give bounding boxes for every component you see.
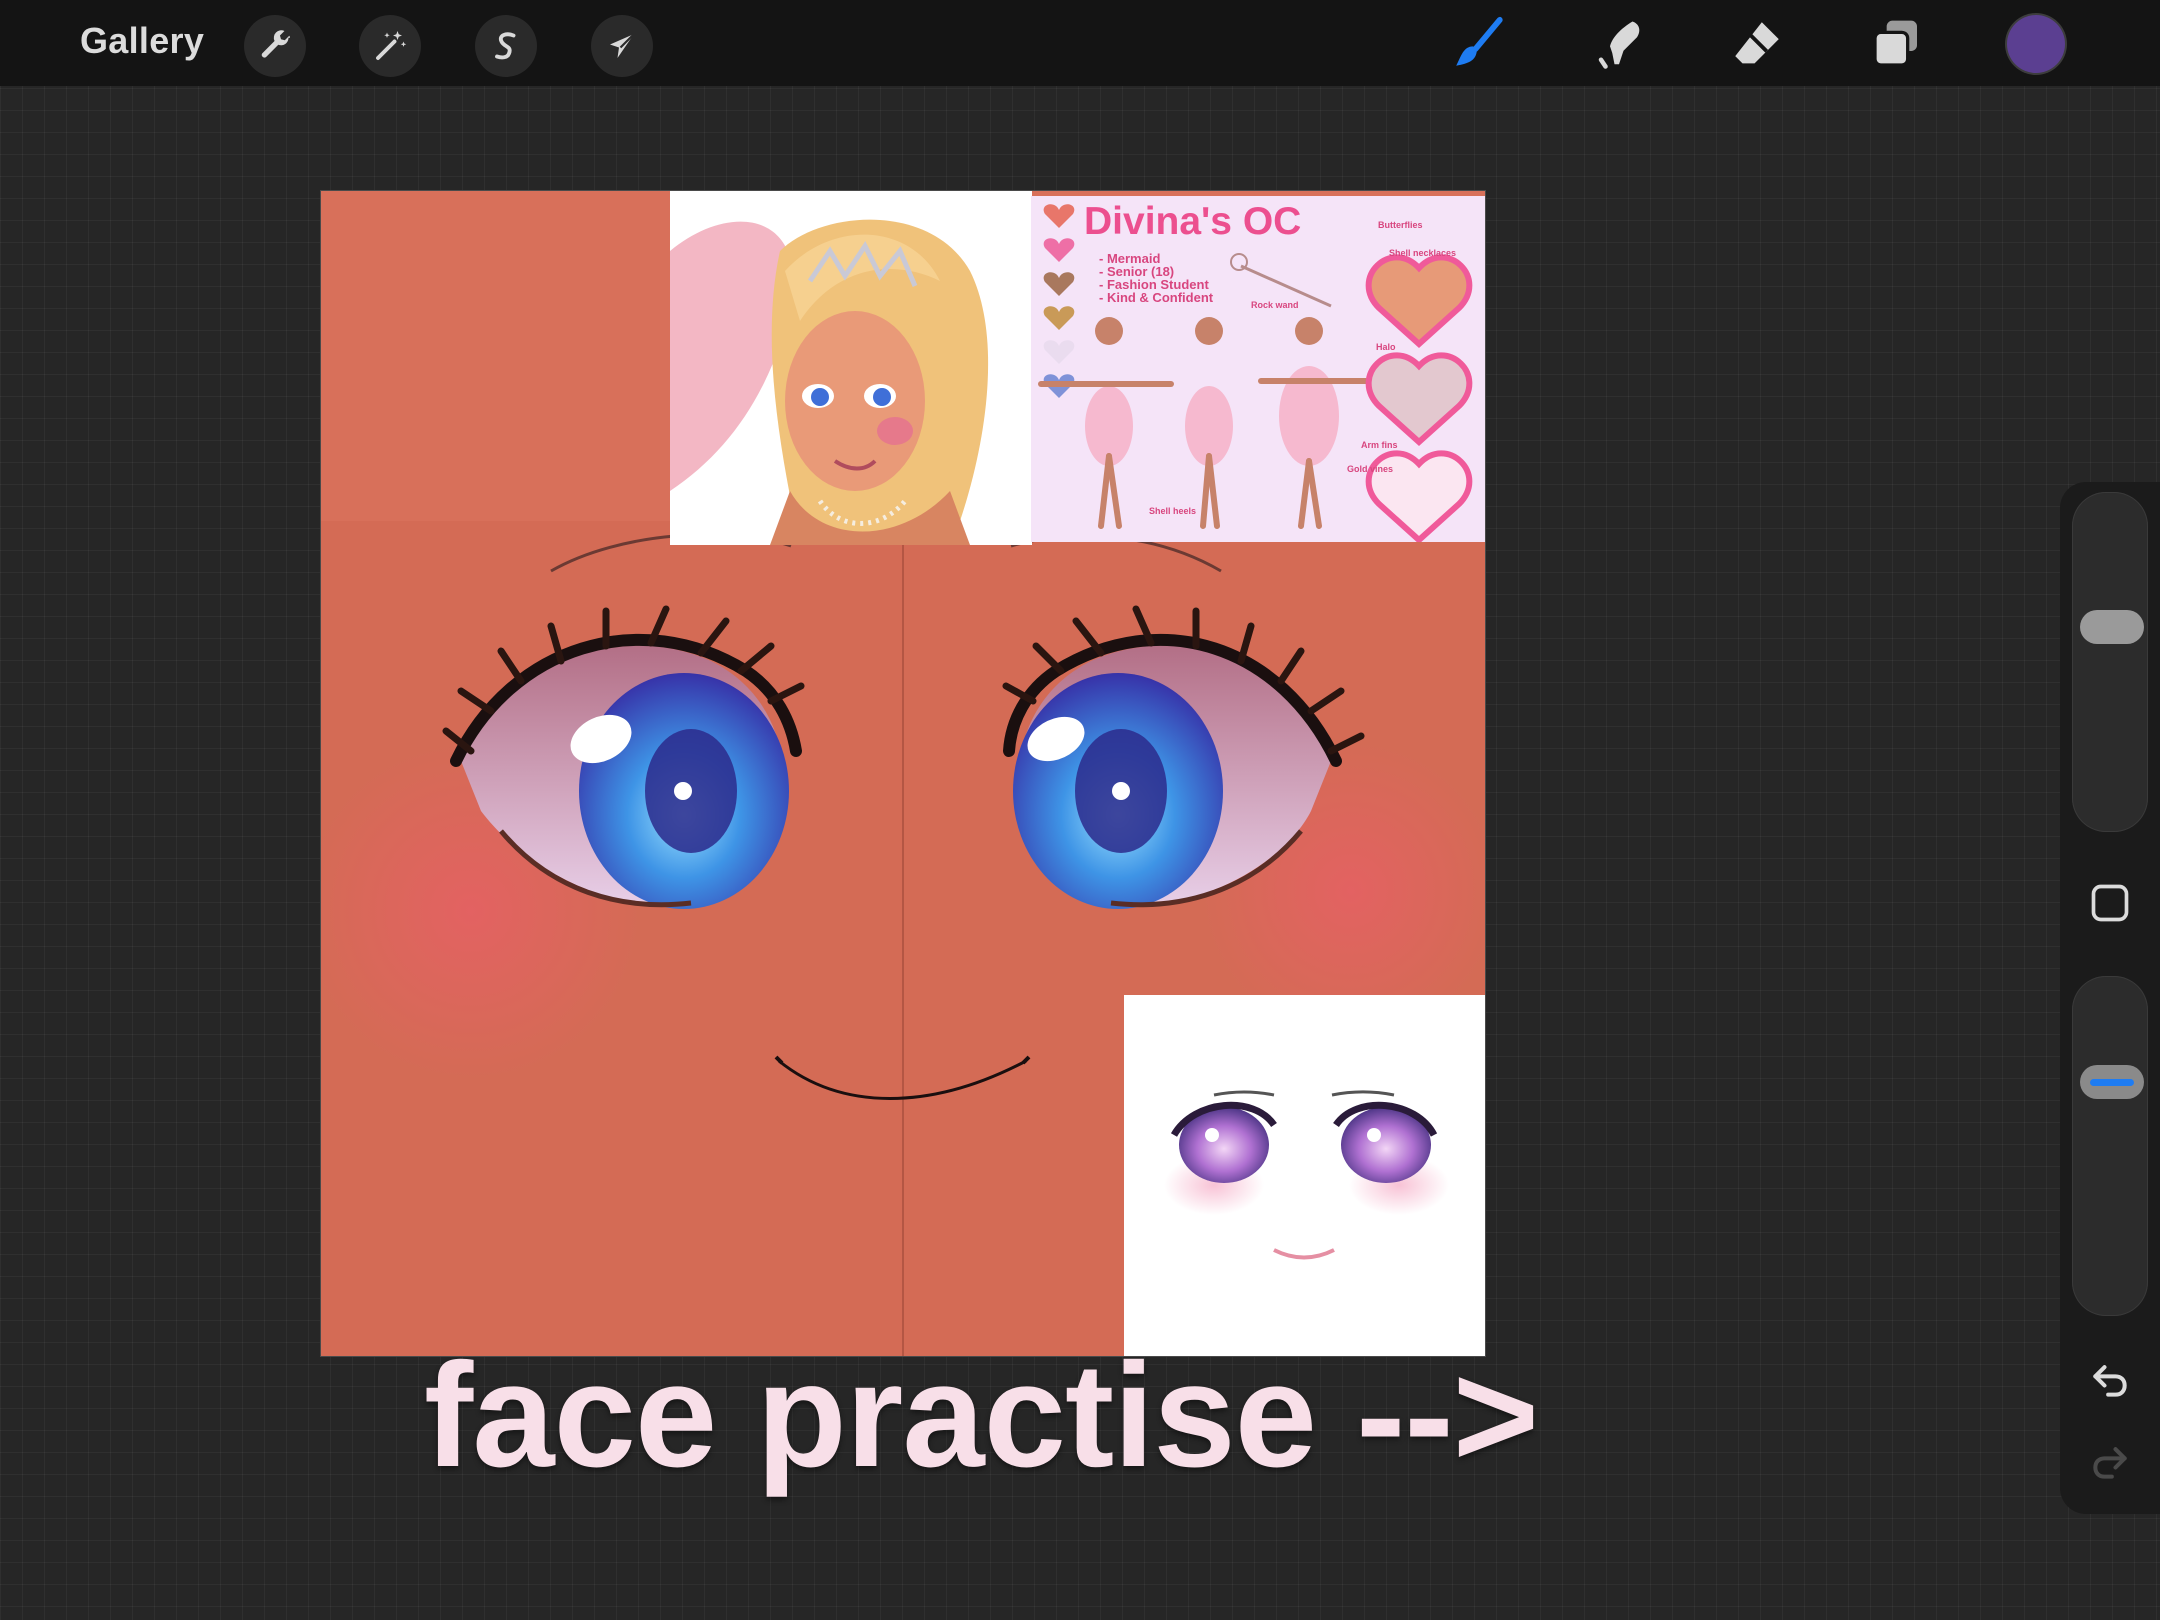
smudge-finger-icon [1598, 21, 1640, 69]
eraser-tool-button[interactable] [1725, 12, 1789, 76]
gallery-button[interactable]: Gallery [80, 20, 204, 62]
modify-button[interactable] [2088, 881, 2132, 925]
eraser-icon [1735, 22, 1779, 64]
sheet-traits: - Mermaid - Senior (18) - Fashion Studen… [1099, 252, 1213, 304]
transform-button[interactable] [591, 15, 653, 77]
wrench-icon [261, 30, 290, 58]
square-modify-icon [2091, 884, 2129, 922]
sheet-note: Gold vines [1347, 464, 1394, 474]
layers-icon [1873, 20, 1917, 67]
drawing-canvas[interactable]: Divina's OC - Mermaid - Senior (18) - Fa… [321, 191, 1485, 1356]
magic-wand-icon [376, 31, 407, 60]
mermaid-portrait-illustration [670, 191, 1032, 545]
sheet-note: Butterflies [1378, 220, 1423, 230]
caption-text: face practise --> [424, 1333, 1539, 1498]
brush-size-thumb[interactable] [2080, 610, 2144, 645]
reference-face-image [1124, 995, 1485, 1356]
reference-character-sheet: Divina's OC - Mermaid - Senior (18) - Fa… [1031, 196, 1485, 542]
brush-size-slider[interactable] [2072, 492, 2148, 832]
sheet-note: Halo [1376, 342, 1396, 352]
undo-button[interactable] [2088, 1358, 2132, 1402]
sheet-title: Divina's OC [1084, 200, 1302, 243]
top-toolbar: Gallery [0, 0, 2160, 86]
color-picker-button[interactable] [2007, 15, 2065, 73]
redo-button[interactable] [2088, 1440, 2132, 1484]
sheet-note: Rock wand [1251, 300, 1299, 310]
sheet-note: Shell heels [1149, 506, 1197, 516]
sheet-note: Shell necklaces [1389, 248, 1457, 258]
trait-item: - Kind & Confident [1099, 290, 1214, 305]
redo-icon [2093, 1447, 2127, 1479]
reference-portrait-image [670, 191, 1032, 545]
brush-opacity-thumb[interactable] [2080, 1065, 2144, 1100]
smudge-tool-button[interactable] [1587, 12, 1651, 76]
sheet-note: Arm fins [1361, 440, 1398, 450]
adjustments-button[interactable] [359, 15, 421, 77]
anime-face-illustration [1164, 1090, 1449, 1260]
side-toolbar [2060, 482, 2160, 1514]
brush-opacity-slider[interactable] [2072, 976, 2148, 1316]
brush-icon [1456, 16, 1503, 66]
brush-tool-button[interactable] [1446, 12, 1510, 76]
arrow-cursor-icon [610, 33, 635, 58]
actions-button[interactable] [244, 15, 306, 77]
selection-s-icon [495, 32, 516, 60]
undo-icon [2093, 1365, 2127, 1397]
selection-button[interactable] [475, 15, 537, 77]
layers-button[interactable] [1864, 12, 1928, 76]
